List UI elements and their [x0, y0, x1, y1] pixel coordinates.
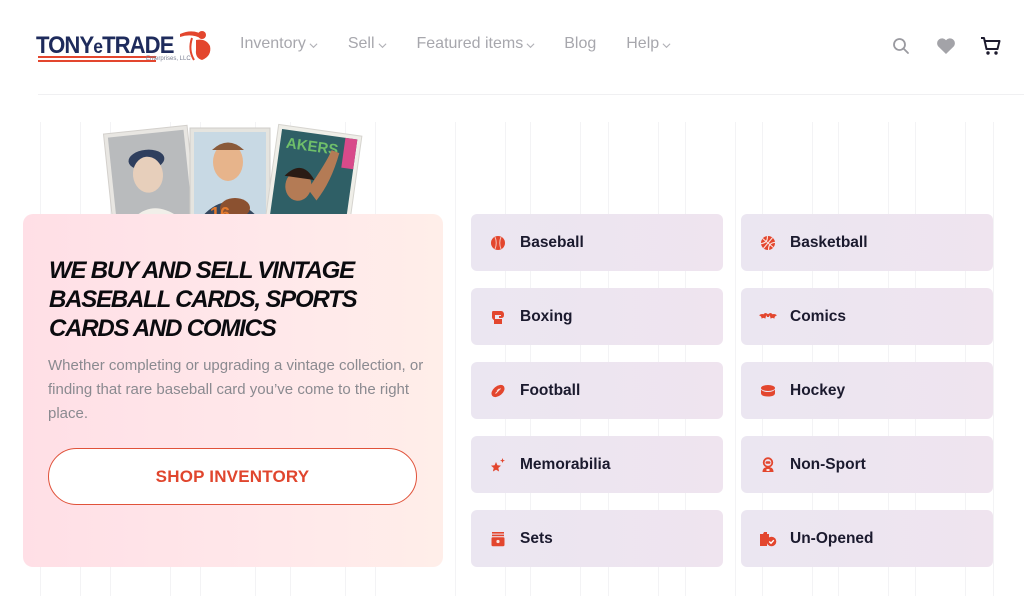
batter-mark-icon — [180, 31, 211, 61]
category-label: Non-Sport — [790, 455, 866, 473]
hero-title: We buy and sell vintage baseball cards, … — [49, 257, 358, 342]
category-label: Un-Opened — [790, 529, 874, 547]
category-label: Football — [520, 381, 581, 399]
category-sets[interactable]: Sets — [471, 510, 723, 567]
chevron-down-icon — [378, 42, 386, 48]
shop-inventory-button[interactable]: SHOP INVENTORY — [48, 448, 417, 505]
card-box-icon — [489, 530, 507, 548]
trading-cards-image: 16 AKERS — [102, 123, 363, 216]
nav-sell[interactable]: Sell — [348, 35, 387, 53]
football-icon — [489, 382, 507, 400]
category-label: Basketball — [790, 233, 868, 251]
category-label: Baseball — [520, 233, 584, 251]
main-nav: Inventory Sell Featured items Blog Help — [240, 35, 701, 53]
nav-blog-label: Blog — [564, 35, 597, 52]
chevron-down-icon — [309, 42, 318, 48]
bat-icon — [759, 308, 777, 326]
hero-description: Whether completing or upgrading a vintag… — [48, 357, 424, 422]
category-football[interactable]: Football — [471, 362, 723, 419]
hockey-puck-icon — [759, 382, 777, 400]
category-baseball[interactable]: Baseball — [471, 214, 723, 271]
baseball-icon — [489, 234, 507, 252]
nav-featured-items-label: Featured items — [416, 35, 524, 52]
category-label: Sets — [520, 529, 553, 547]
category-label: Hockey — [790, 381, 846, 399]
category-label: Comics — [790, 307, 846, 325]
chevron-down-icon — [526, 42, 535, 48]
category-comics[interactable]: Comics — [741, 288, 993, 345]
category-basketball[interactable]: Basketball — [741, 214, 993, 271]
category-label: Memorabilia — [520, 455, 611, 473]
nav-help[interactable]: Help — [626, 35, 671, 53]
nav-sell-label: Sell — [347, 35, 375, 52]
category-boxing[interactable]: Boxing — [471, 288, 723, 345]
cart-icon — [981, 37, 1001, 55]
astronaut-icon — [759, 456, 777, 474]
category-hockey[interactable]: Hockey — [741, 362, 993, 419]
category-memorabilia[interactable]: Memorabilia — [471, 436, 723, 493]
category-label: Boxing — [520, 307, 573, 325]
hero-card: We buy and sell vintage baseball cards, … — [23, 214, 443, 567]
header-divider — [38, 94, 1024, 95]
search-icon — [893, 38, 909, 54]
site-header: TONYeTRADE Enterprises, LLC Inventory Se… — [0, 0, 1024, 94]
category-un-opened[interactable]: Un-Opened — [741, 510, 993, 567]
nav-inventory-label: Inventory — [240, 35, 306, 52]
star-sparkle-icon — [489, 456, 507, 474]
basketball-icon — [759, 234, 777, 252]
nav-help-label: Help — [626, 35, 660, 52]
chevron-down-icon — [662, 42, 671, 48]
header-actions — [867, 35, 1002, 57]
logo[interactable]: TONYeTRADE Enterprises, LLC — [36, 26, 214, 66]
category-non-sport[interactable]: Non-Sport — [741, 436, 993, 493]
sealed-box-check-icon — [759, 530, 777, 548]
boxing-glove-icon — [489, 308, 507, 326]
nav-blog[interactable]: Blog — [564, 35, 596, 53]
nav-inventory[interactable]: Inventory — [240, 35, 318, 53]
cart-button[interactable] — [980, 35, 1002, 57]
heart-icon — [937, 38, 955, 54]
search-button[interactable] — [890, 35, 912, 57]
wishlist-button[interactable] — [935, 35, 957, 57]
nav-featured-items[interactable]: Featured items — [417, 35, 536, 53]
logo-stripes — [38, 56, 156, 62]
